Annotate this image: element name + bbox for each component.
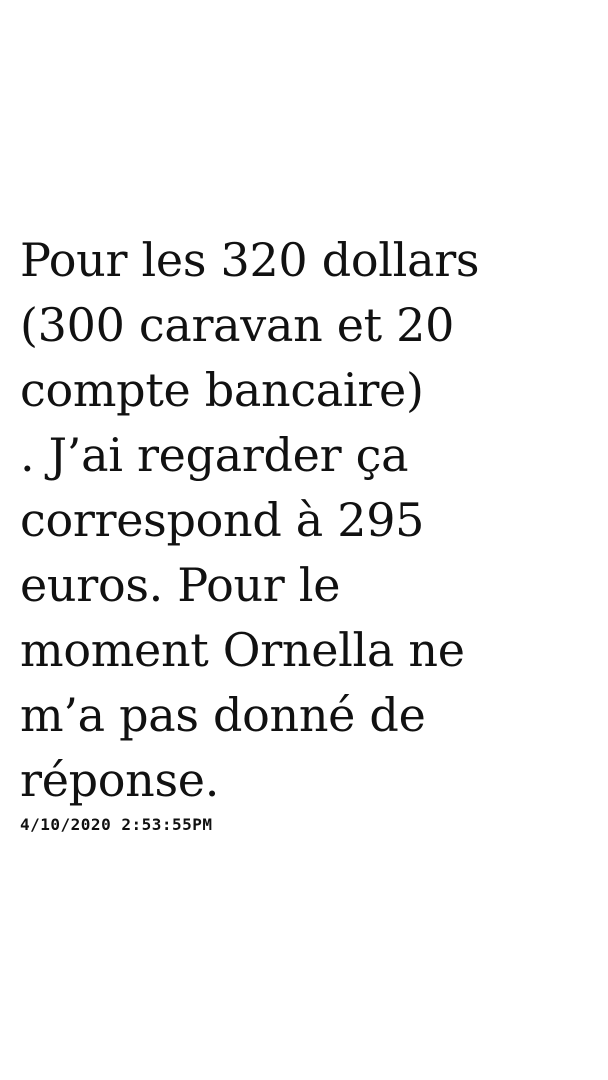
message-body: Pour les 320 dollars (300 caravan et 20 … [20,228,588,813]
message-line: m’a pas donné de [20,688,426,742]
message-line: réponse. [20,753,220,807]
message-timestamp: 4/10/2020 2:53:55PM [20,815,213,834]
message-card: Pour les 320 dollars (300 caravan et 20 … [20,228,588,835]
message-line: moment Ornella ne [20,623,465,677]
message-line: . J’ai regarder ça [20,428,409,482]
message-line: Pour les 320 dollars [20,233,480,287]
message-line: euros. Pour le [20,558,341,612]
message-line: (300 caravan et 20 [20,298,455,352]
message-line: compte bancaire) [20,363,424,417]
message-line: correspond à 295 [20,493,425,547]
